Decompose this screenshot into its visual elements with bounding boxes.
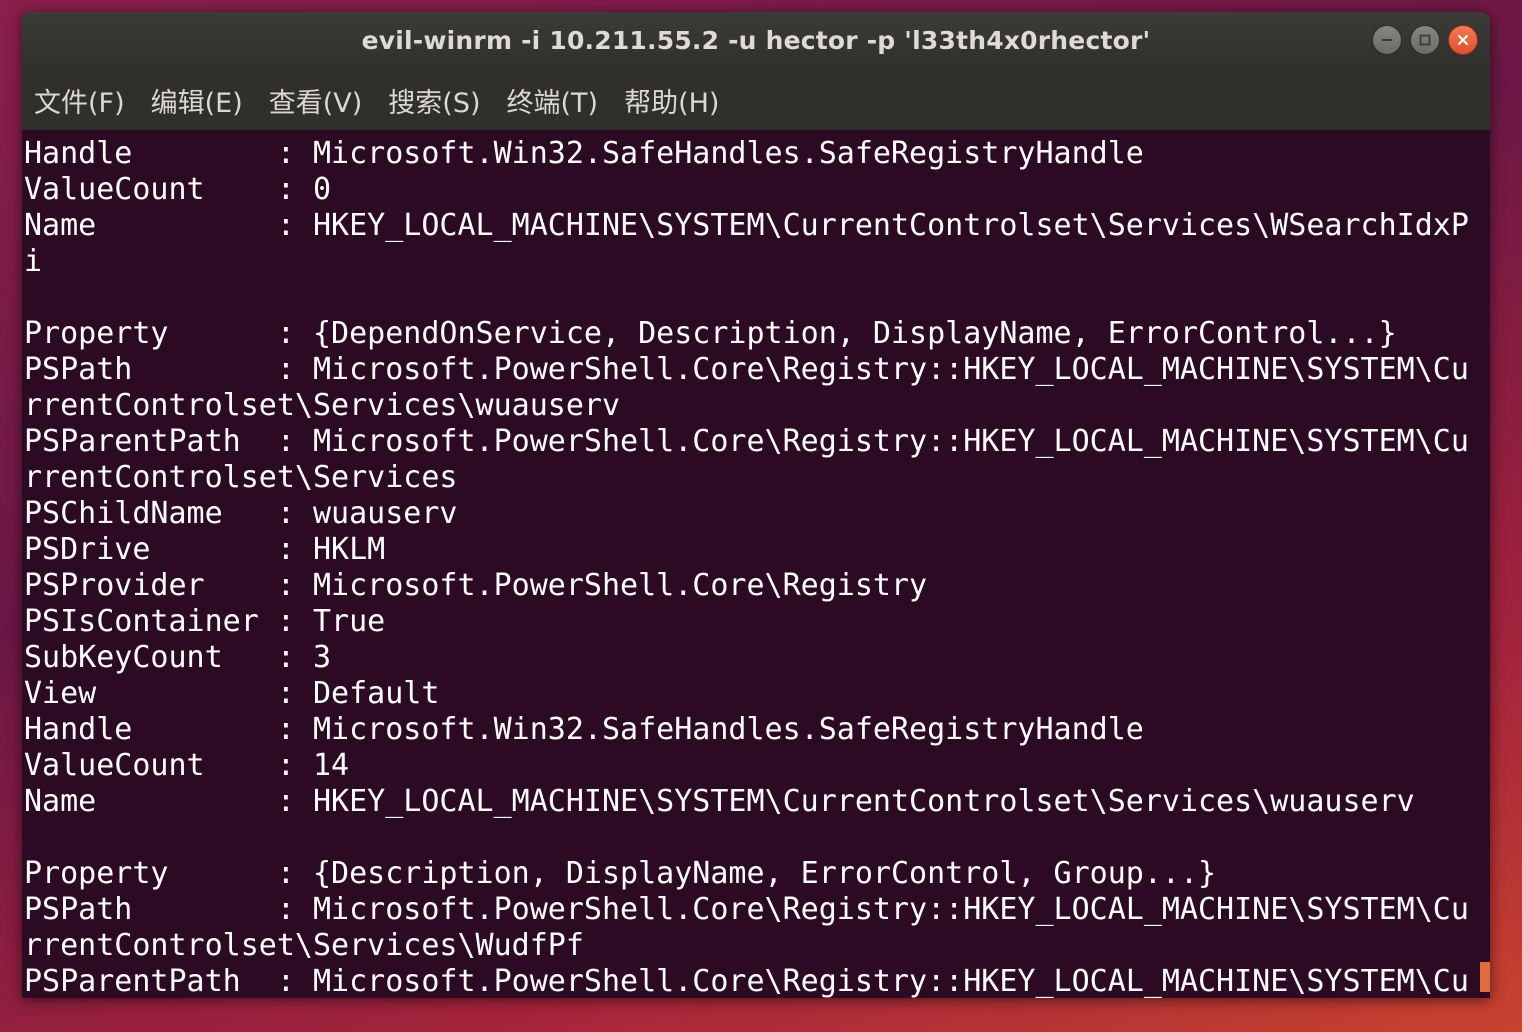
close-button[interactable]	[1448, 25, 1478, 55]
terminal-line: Handle : Microsoft.Win32.SafeHandles.Saf…	[24, 136, 1144, 171]
terminal-line: PSDrive : HKLM	[24, 532, 386, 567]
terminal-window: evil-winrm -i 10.211.55.2 -u hector -p '…	[22, 12, 1490, 998]
menu-view[interactable]: 查看(V)	[269, 81, 363, 120]
terminal-line: Name : HKEY_LOCAL_MACHINE\SYSTEM\Current…	[24, 784, 1415, 819]
menu-help[interactable]: 帮助(H)	[624, 81, 719, 120]
terminal-line: Name : HKEY_LOCAL_MACHINE\SYSTEM\Current…	[24, 208, 1469, 243]
minimize-icon	[1382, 39, 1392, 41]
maximize-button[interactable]	[1410, 25, 1440, 55]
menu-edit[interactable]: 编辑(E)	[151, 81, 243, 120]
terminal-cursor	[1480, 962, 1490, 992]
maximize-icon	[1419, 34, 1431, 46]
window-controls	[1372, 25, 1478, 55]
terminal-line: ValueCount : 14	[24, 748, 350, 783]
terminal-line: ValueCount : 0	[24, 172, 332, 207]
terminal-line: rrentControlset\Services\wuauserv	[24, 388, 621, 423]
menu-search[interactable]: 搜索(S)	[388, 81, 480, 120]
terminal-line: PSPath : Microsoft.PowerShell.Core\Regis…	[24, 892, 1469, 927]
menu-file[interactable]: 文件(F)	[34, 81, 125, 120]
terminal-line: Property : {Description, DisplayName, Er…	[24, 856, 1217, 891]
terminal-line: PSPath : Microsoft.PowerShell.Core\Regis…	[24, 352, 1469, 387]
terminal-line: PSProvider : Microsoft.PowerShell.Core\R…	[24, 568, 928, 603]
terminal-line: PSParentPath : Microsoft.PowerShell.Core…	[24, 424, 1469, 459]
terminal-line: Handle : Microsoft.Win32.SafeHandles.Saf…	[24, 712, 1144, 747]
terminal-line: View : Default	[24, 676, 440, 711]
title-bar[interactable]: evil-winrm -i 10.211.55.2 -u hector -p '…	[22, 12, 1490, 70]
menu-bar: 文件(F) 编辑(E) 查看(V) 搜索(S) 终端(T) 帮助(H)	[22, 70, 1490, 130]
terminal-line: Property : {DependOnService, Description…	[24, 316, 1397, 351]
window-title: evil-winrm -i 10.211.55.2 -u hector -p '…	[361, 26, 1151, 55]
terminal-line: rrentControlset\Services	[24, 460, 458, 495]
terminal-line: PSIsContainer : True	[24, 604, 386, 639]
terminal-line: SubKeyCount : 3	[24, 640, 332, 675]
terminal-line: PSChildName : wuauserv	[24, 496, 458, 531]
close-icon	[1458, 35, 1468, 45]
terminal-line: i	[24, 244, 43, 279]
menu-terminal[interactable]: 终端(T)	[507, 81, 599, 120]
terminal-output[interactable]: Handle : Microsoft.Win32.SafeHandles.Saf…	[22, 130, 1490, 998]
terminal-line: PSParentPath : Microsoft.PowerShell.Core…	[24, 964, 1469, 998]
terminal-line: rrentControlset\Services\WudfPf	[24, 928, 584, 963]
minimize-button[interactable]	[1372, 25, 1402, 55]
